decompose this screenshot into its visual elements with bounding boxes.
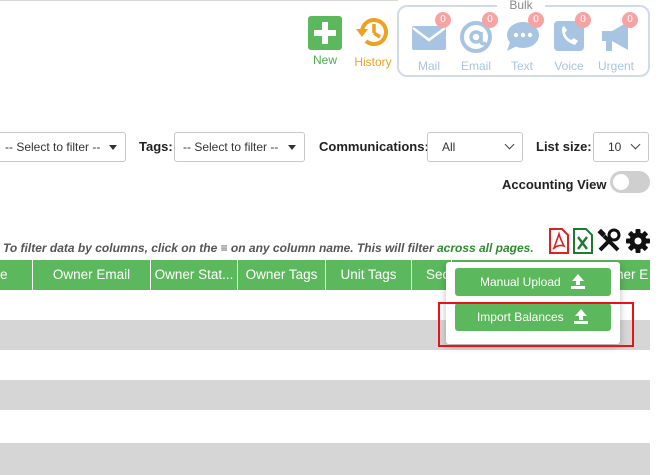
list-size-select[interactable]: 10: [593, 132, 649, 162]
table-row: [0, 443, 650, 475]
plus-icon: [308, 16, 342, 50]
filter-select-value: -- Select to filter --: [5, 140, 101, 154]
upload-icon: [571, 274, 586, 289]
filter-hint-text: To filter data by columns, click on the …: [3, 241, 437, 255]
tags-select-value: -- Select to filter --: [183, 140, 279, 154]
text-count-badge: 0: [528, 12, 544, 28]
history-icon: [356, 18, 388, 47]
gear-icon[interactable]: [625, 228, 651, 254]
urgent-count-badge: 0: [622, 12, 638, 28]
accounting-view-toggle[interactable]: [610, 171, 650, 193]
bulk-mail-button[interactable]: 0 Mail: [406, 12, 452, 73]
bulk-text-label: Text: [510, 59, 533, 73]
caret-down-icon: [288, 145, 296, 150]
list-size-label: List size:: [536, 139, 592, 154]
bulk-voice-label: Voice: [554, 59, 584, 73]
bulk-email-button[interactable]: 0 Email: [453, 12, 499, 73]
manual-upload-button[interactable]: Manual Upload: [455, 268, 611, 296]
highlight-box: [438, 302, 634, 347]
toggle-knob: [613, 174, 629, 190]
bulk-mail-label: Mail: [417, 59, 440, 73]
tags-select[interactable]: -- Select to filter --: [174, 132, 305, 162]
chevron-down-icon: [630, 139, 641, 150]
bulk-email-label: Email: [460, 59, 491, 73]
email-count-badge: 0: [482, 12, 498, 28]
table-row: [0, 350, 650, 380]
bulk-urgent-label: Urgent: [597, 59, 635, 73]
column-header-owner-tags[interactable]: Owner Tags: [238, 260, 326, 290]
filter-hint: To filter data by columns, click on the …: [3, 241, 534, 255]
filter-select[interactable]: -- Select to filter --: [0, 132, 126, 162]
pdf-export-icon[interactable]: [548, 228, 570, 254]
tags-label: Tags:: [139, 139, 173, 154]
excel-export-icon[interactable]: [572, 228, 594, 254]
tools-icon[interactable]: [596, 228, 622, 254]
mail-count-badge: 0: [435, 12, 451, 28]
bulk-voice-button[interactable]: 0 Voice: [546, 12, 592, 73]
column-header-owner-status[interactable]: Owner Stat...: [151, 260, 238, 290]
filter-hint-emphasis: across all pages.: [436, 241, 534, 255]
column-header[interactable]: e: [0, 260, 33, 290]
column-header-owner-email[interactable]: Owner Email: [33, 260, 151, 290]
bulk-urgent-button[interactable]: 0 Urgent: [593, 12, 639, 73]
top-divider: [0, 0, 398, 1]
communications-label: Communications:: [319, 139, 429, 154]
manual-upload-label: Manual Upload: [479, 275, 561, 289]
bulk-text-button[interactable]: 0 Text: [499, 12, 545, 73]
communications-select[interactable]: All: [427, 132, 523, 162]
voice-count-badge: 0: [575, 12, 591, 28]
bulk-title: Bulk: [497, 0, 545, 12]
table-row: [0, 410, 650, 440]
new-label: New: [312, 53, 337, 67]
communications-select-value: All: [442, 140, 456, 154]
accounting-view-label: Accounting View: [502, 177, 607, 192]
chevron-down-icon: [504, 139, 515, 150]
new-button[interactable]: New: [306, 16, 344, 67]
column-header-owner-e[interactable]: ner E: [616, 260, 650, 290]
column-header-unit-tags[interactable]: Unit Tags: [326, 260, 412, 290]
history-label: History: [354, 55, 392, 69]
table-row: [0, 380, 650, 410]
caret-down-icon: [109, 145, 117, 150]
history-button[interactable]: History: [350, 12, 396, 69]
list-size-value: 10: [608, 140, 622, 154]
